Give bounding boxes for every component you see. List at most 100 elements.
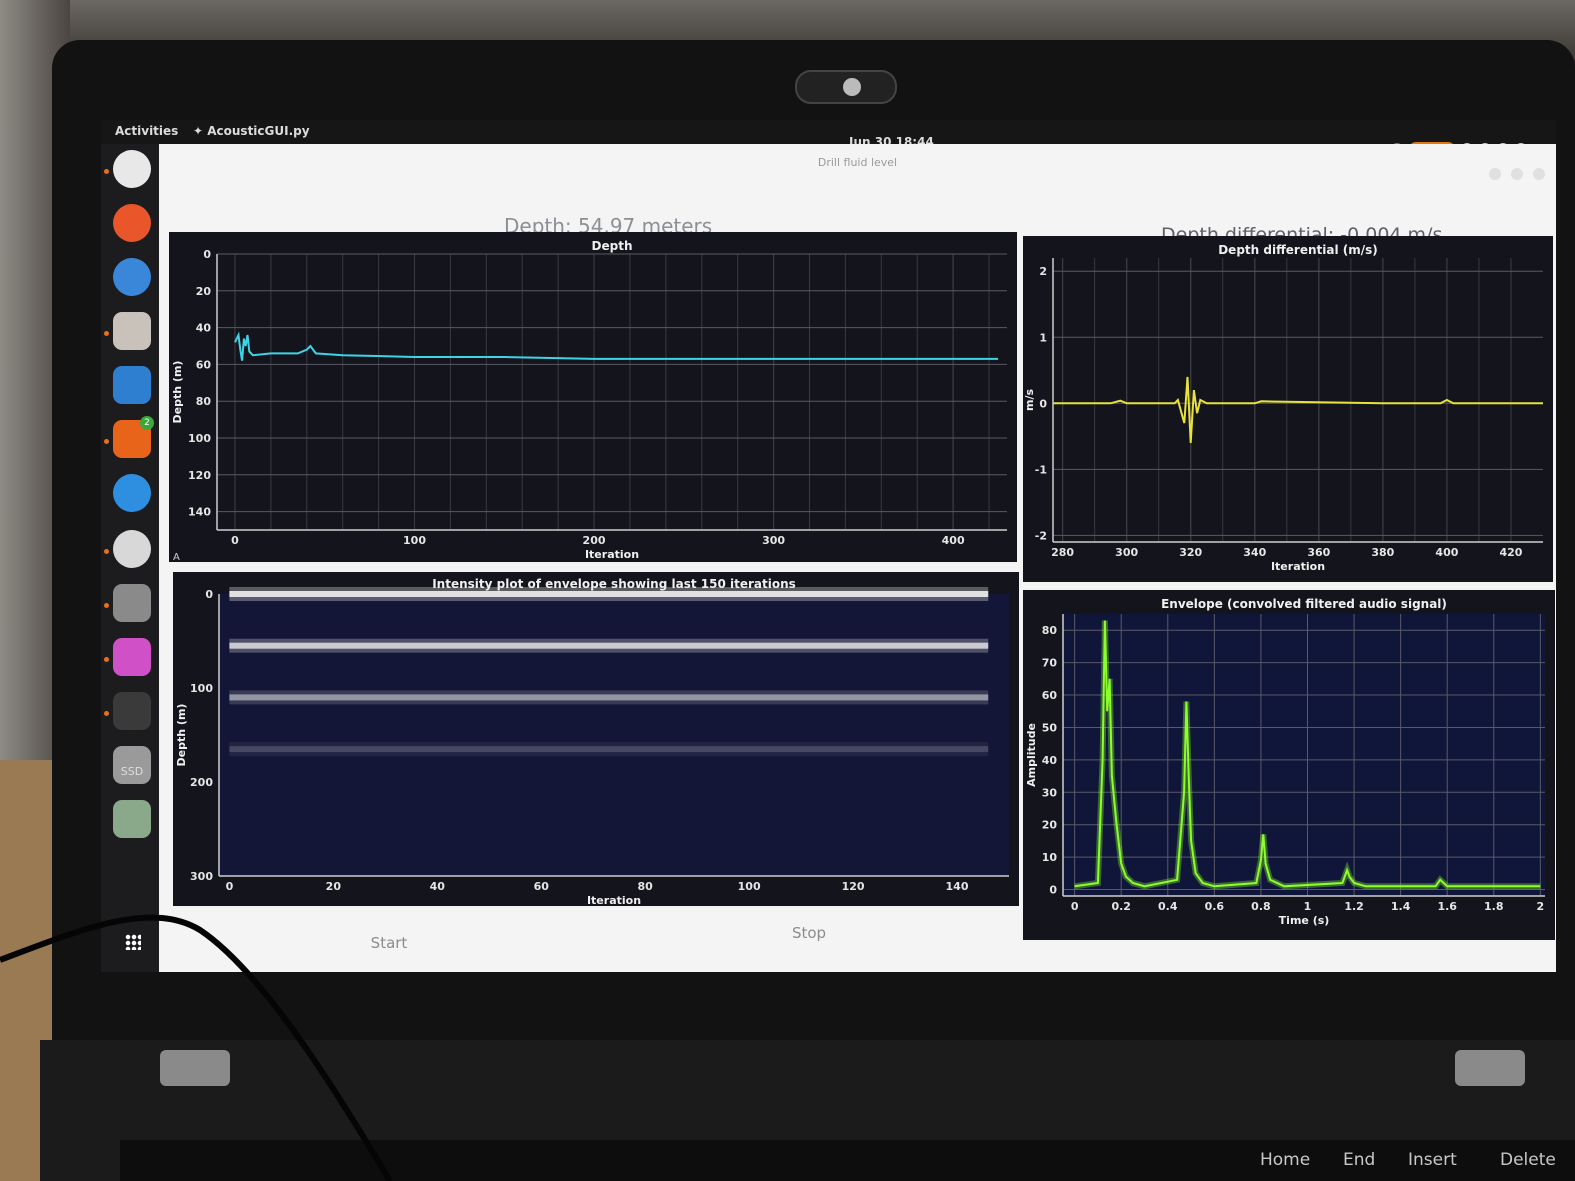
plot-area — [219, 594, 1009, 876]
x-tick-label: 400 — [1435, 546, 1458, 559]
x-tick-label: 1.8 — [1484, 900, 1504, 913]
y-tick-label: 30 — [1042, 786, 1058, 799]
app-menu[interactable]: ✦ AcousticGUI.py — [193, 124, 310, 138]
y-tick-label: 20 — [1042, 819, 1058, 832]
show-apps-icon[interactable] — [125, 934, 141, 950]
help-icon[interactable] — [113, 474, 151, 512]
running-indicator — [104, 603, 109, 608]
dock: 2 SSD — [101, 144, 163, 972]
x-tick-label: 1.6 — [1437, 900, 1457, 913]
system-settings-icon[interactable] — [113, 584, 151, 622]
y-tick-label: 2 — [1039, 265, 1047, 278]
x-tick-label: 100 — [738, 880, 761, 893]
media-player-icon[interactable] — [113, 638, 151, 676]
corner-label: A — [173, 552, 180, 562]
y-axis-label: m/s — [1023, 389, 1036, 411]
x-tick-label: 0 — [226, 880, 234, 893]
x-tick-label: 40 — [430, 880, 446, 893]
intensity-band — [229, 591, 989, 597]
x-tick-label: 20 — [326, 880, 342, 893]
y-axis-label: Depth (m) — [171, 361, 184, 424]
y-tick-label: 0 — [1049, 884, 1057, 897]
x-axis-label: Iteration — [587, 894, 641, 906]
x-tick-label: 0 — [231, 534, 239, 547]
x-tick-label: 1.4 — [1391, 900, 1411, 913]
key-end: End — [1343, 1150, 1376, 1170]
maximize-icon[interactable] — [1511, 168, 1523, 180]
x-tick-label: 0.8 — [1251, 900, 1271, 913]
ssd-label: SSD — [120, 765, 144, 778]
y-tick-label: 0 — [1039, 397, 1047, 410]
x-tick-label: 2 — [1537, 900, 1545, 913]
series-line — [234, 331, 998, 361]
chart-title: Envelope (convolved filtered audio signa… — [1161, 597, 1447, 611]
close-icon[interactable] — [1533, 168, 1545, 180]
terminal-icon[interactable] — [113, 692, 151, 730]
app-center-badge: 2 — [140, 416, 154, 430]
chart-title: Depth — [592, 239, 633, 253]
plot-area — [1063, 614, 1545, 896]
obs-icon[interactable] — [113, 150, 151, 188]
x-tick-label: 0.2 — [1111, 900, 1131, 913]
y-axis-label: Amplitude — [1025, 723, 1038, 787]
hinge-left — [160, 1050, 230, 1086]
files-icon[interactable] — [113, 312, 151, 350]
intensity-plot-panel: 0 20 40 60 80 100 120 140 0 100 200 300 Intensity pl… — [173, 572, 1019, 906]
y-tick-label: 0 — [203, 248, 211, 261]
depth-differential-chart-panel: 280 300 320 340 360 380 400 420 -2 -1 0 1 2 Depth dif… — [1023, 236, 1553, 582]
hinge-right — [1455, 1050, 1525, 1086]
key-delete: Delete — [1500, 1150, 1556, 1170]
depth-differential-chart: 280 300 320 340 360 380 400 420 -2 -1 0 1 2 Depth dif… — [1023, 243, 1543, 573]
x-tick-label: 1.2 — [1344, 900, 1364, 913]
app-name: AcousticGUI.py — [207, 124, 310, 138]
key-insert: Insert — [1408, 1150, 1457, 1170]
x-tick-label: 1 — [1304, 900, 1312, 913]
running-indicator — [104, 331, 109, 336]
y-tick-label: 40 — [1042, 754, 1058, 767]
settings-gear-icon[interactable] — [113, 530, 151, 568]
window-title: Drill fluid level — [817, 156, 898, 169]
writer-icon[interactable] — [113, 366, 151, 404]
y-tick-label: -2 — [1035, 529, 1047, 542]
y-tick-label: 10 — [1042, 851, 1058, 864]
envelope-chart-panel: 0 0.2 0.4 0.6 0.8 1 1.2 1.4 1.6 1.8 2 0 10 20 30 40 50 60… — [1023, 590, 1555, 940]
x-tick-label: 120 — [842, 880, 865, 893]
depth-chart: 0 100 200 300 400 0 20 40 60 80 100 120 140 Depth Iter… — [171, 239, 1007, 562]
depth-chart-panel: 0 100 200 300 400 0 20 40 60 80 100 120 140 Depth Iter… — [169, 232, 1017, 562]
top-bar: Activities ✦ AcousticGUI.py Jun 30 18:44 — [101, 120, 1556, 156]
x-axis-label: Iteration — [585, 548, 639, 561]
trash-icon[interactable] — [113, 800, 151, 838]
intensity-band — [229, 694, 989, 701]
stop-button[interactable]: Stop — [599, 916, 1019, 950]
x-tick-label: 300 — [762, 534, 785, 547]
y-tick-label: 80 — [196, 395, 212, 408]
y-tick-label: 0 — [205, 588, 213, 601]
screen: Activities ✦ AcousticGUI.py Jun 30 18:44… — [101, 120, 1556, 972]
x-tick-label: 80 — [638, 880, 654, 893]
running-indicator — [104, 169, 109, 174]
intensity-plot: 0 20 40 60 80 100 120 140 0 100 200 300 Intensity pl… — [175, 577, 1009, 906]
webcam — [795, 70, 897, 104]
y-tick-label: -1 — [1035, 463, 1047, 476]
minimize-icon[interactable] — [1489, 168, 1501, 180]
x-tick-label: 0.6 — [1205, 900, 1225, 913]
y-tick-label: 50 — [1042, 721, 1058, 734]
thunderbird-icon[interactable] — [113, 258, 151, 296]
window-controls — [1489, 168, 1545, 180]
running-indicator — [104, 657, 109, 662]
x-axis-label: Iteration — [1271, 560, 1325, 573]
intensity-band — [229, 642, 989, 649]
x-tick-label: 0.4 — [1158, 900, 1178, 913]
key-home: Home — [1260, 1150, 1311, 1170]
x-tick-label: 360 — [1307, 546, 1330, 559]
x-tick-label: 100 — [403, 534, 426, 547]
running-indicator — [104, 439, 109, 444]
firefox-icon[interactable] — [113, 204, 151, 242]
activities-button[interactable]: Activities — [115, 124, 178, 138]
running-indicator — [104, 711, 109, 716]
intensity-band — [229, 746, 989, 753]
x-axis-label: Time (s) — [1279, 914, 1330, 927]
x-tick-label: 400 — [942, 534, 965, 547]
start-button[interactable]: Start — [179, 926, 599, 960]
ssd-drive-icon[interactable]: SSD — [113, 746, 151, 784]
